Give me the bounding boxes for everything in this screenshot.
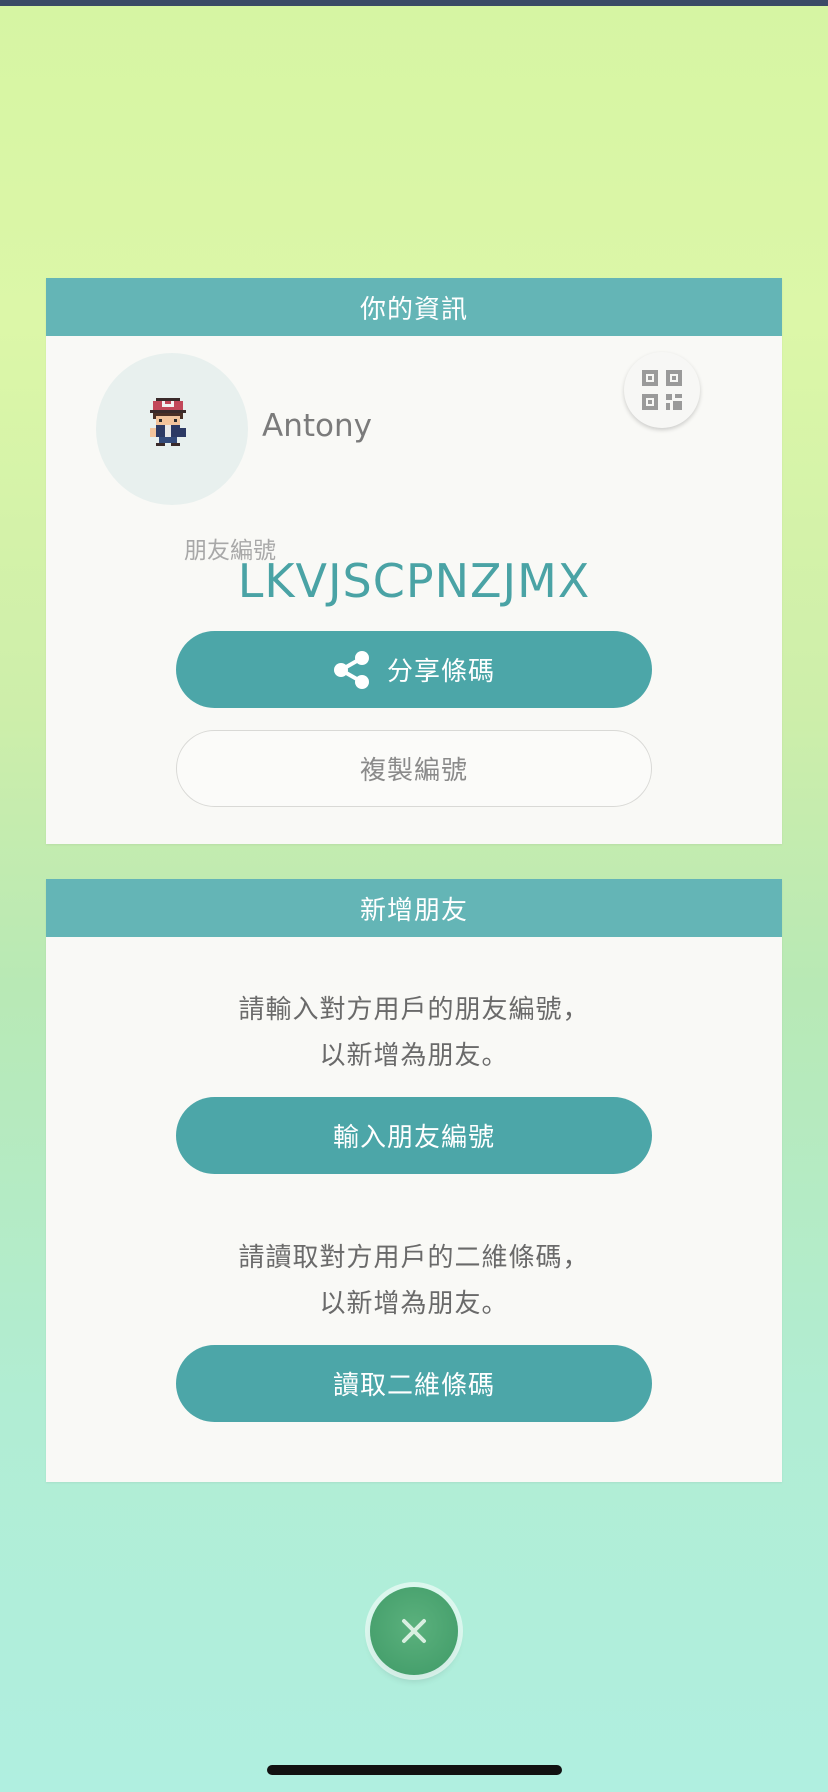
friend-code: LKVJSCPNZJMX [237,554,591,608]
add-friend-header: 新增朋友 [46,879,782,937]
your-info-title: 你的資訊 [359,294,468,325]
scan-qr-code-label: 讀取二維條碼 [332,1371,495,1401]
add-friend-card: 新增朋友 請輸入對方用戶的朋友編號， 以新增為朋友。 輸入朋友編號 請讀取對方用… [46,879,782,1482]
qr-code-button[interactable] [624,352,700,428]
enter-code-instruction: 請輸入對方用戶的朋友編號， 以新增為朋友。 [46,987,782,1079]
your-info-header: 你的資訊 [46,278,782,336]
enter-code-instruction-line2: 以新增為朋友。 [319,1041,509,1071]
enter-friend-code-button[interactable]: 輸入朋友編號 [176,1097,652,1174]
add-friend-title: 新增朋友 [359,895,468,926]
your-info-card: 你的資訊 Antony 朋友編號 LKVJSCPNZJMX 分享條碼 複製編號 [46,278,782,844]
scan-qr-code-button[interactable]: 讀取二維條碼 [176,1345,652,1422]
scan-qr-instruction: 請讀取對方用戶的二維條碼， 以新增為朋友。 [46,1235,782,1327]
home-indicator[interactable] [267,1765,562,1775]
scan-qr-instruction-line2: 以新增為朋友。 [319,1289,509,1319]
enter-code-instruction-line1: 請輸入對方用戶的朋友編號， [238,995,590,1025]
qr-code-icon [642,370,682,410]
share-icon [333,650,371,690]
share-code-button[interactable]: 分享條碼 [176,631,652,708]
close-button[interactable] [370,1587,458,1675]
avatar[interactable] [96,353,248,505]
status-bar-strip [0,0,828,6]
copy-code-button[interactable]: 複製編號 [176,730,652,807]
share-code-label: 分享條碼 [386,657,495,687]
scan-qr-instruction-line1: 請讀取對方用戶的二維條碼， [238,1243,590,1273]
trainer-avatar-icon [150,398,186,446]
close-icon [402,1619,426,1643]
username: Antony [262,408,372,444]
copy-code-label: 複製編號 [359,756,468,786]
enter-friend-code-label: 輸入朋友編號 [332,1123,495,1153]
